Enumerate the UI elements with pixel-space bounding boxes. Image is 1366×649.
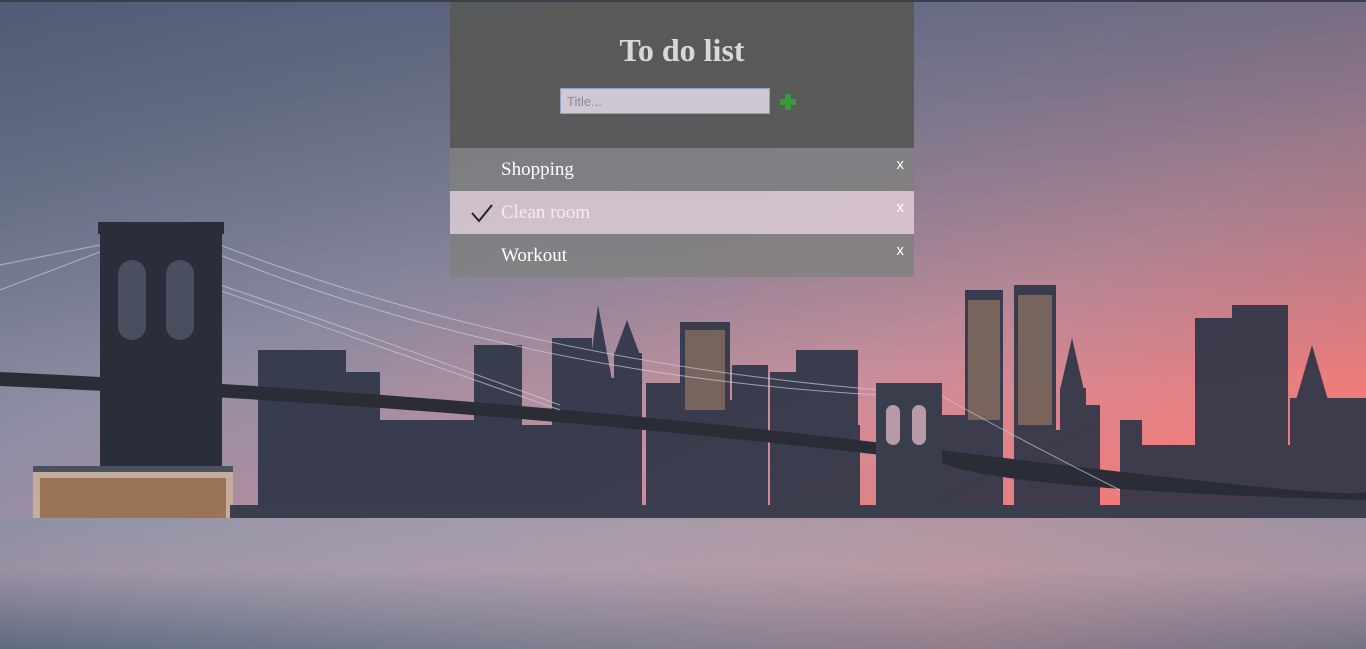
- todo-item-shopping[interactable]: Shopping x: [450, 148, 914, 191]
- todo-item-label: Workout: [501, 245, 568, 266]
- page-title: To do list: [619, 32, 745, 68]
- close-button[interactable]: x: [897, 199, 905, 217]
- close-button[interactable]: x: [897, 156, 905, 174]
- todo-header: To do list: [450, 2, 914, 148]
- todo-item-label: Clean room: [501, 202, 591, 223]
- checkmark-icon: [471, 204, 493, 223]
- todo-panel: To do list Shopping x Clean room x Worko…: [450, 2, 914, 277]
- todo-item-clean-room[interactable]: Clean room x: [450, 191, 914, 234]
- close-button[interactable]: x: [897, 242, 905, 260]
- add-button[interactable]: [780, 94, 796, 110]
- todo-list: Shopping x Clean room x Workout x: [450, 148, 914, 277]
- todo-item-label: Shopping: [501, 159, 574, 180]
- title-input[interactable]: [560, 88, 770, 114]
- todo-item-workout[interactable]: Workout x: [450, 234, 914, 277]
